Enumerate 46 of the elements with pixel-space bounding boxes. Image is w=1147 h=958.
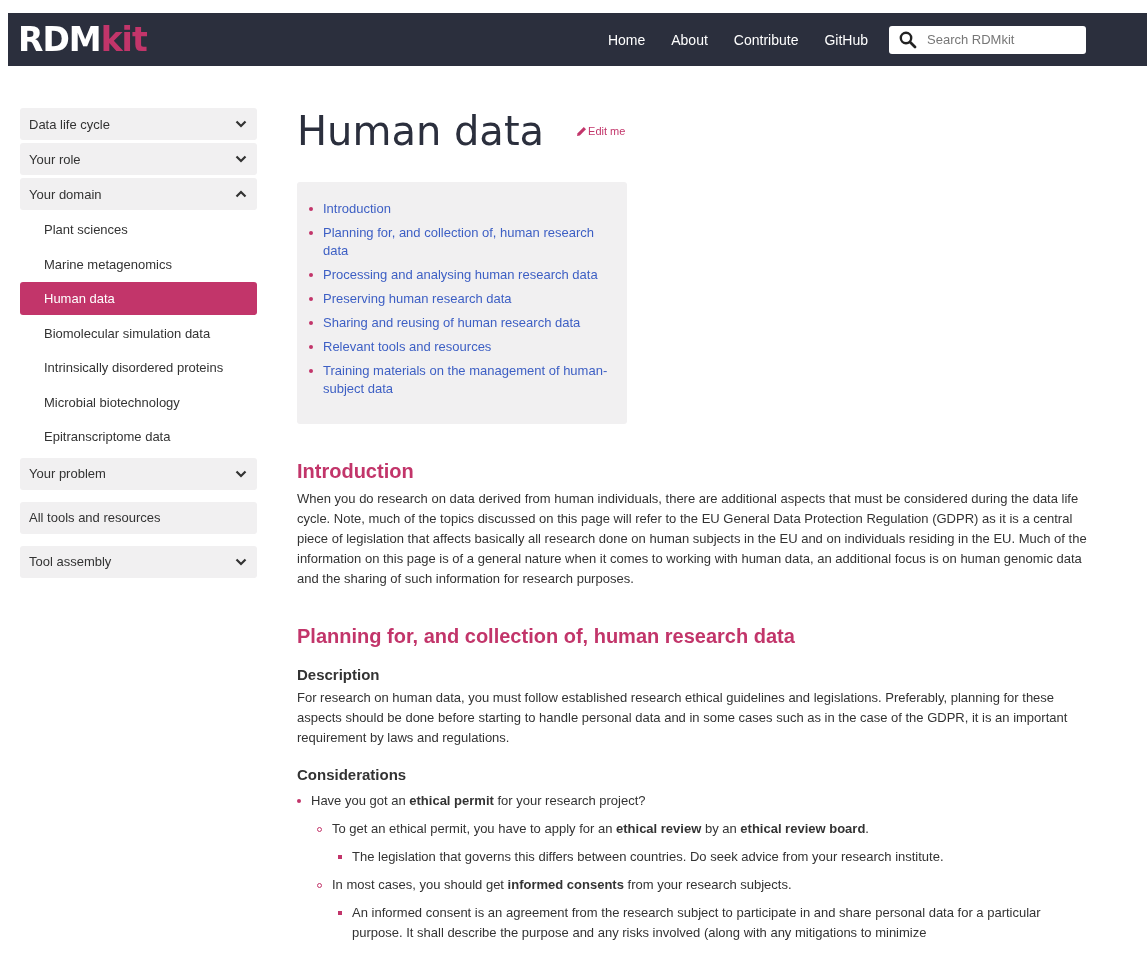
list-item-text: An informed consent is an agreement from the research subject to participate in and share personal data for a particular purpose. It shall describe the purpose and any risks involved (along with any mitigations to minimize xyxy=(352,904,1042,942)
search-field[interactable]: Search RDMkit xyxy=(889,25,1086,54)
toc-link[interactable]: Training materials on the management of human-subject data xyxy=(323,362,615,398)
chevron-down-icon xyxy=(235,469,247,478)
toc-link[interactable]: Introduction xyxy=(323,200,391,218)
sidebar-section[interactable]: Data life cycle xyxy=(20,108,257,140)
toc-link[interactable]: Sharing and reusing of human research data xyxy=(323,314,581,332)
sidebar-section[interactable]: Your role xyxy=(20,143,257,175)
toc-link[interactable]: Relevant tools and resources xyxy=(323,338,492,356)
logo[interactable]: RDMkit xyxy=(18,23,147,56)
sidebar-item[interactable]: Plant sciences xyxy=(20,213,257,246)
section-heading: Planning for, and collection of, human research data xyxy=(297,625,796,648)
paragraph: When you do research on data derived from human individuals, there are additional aspects that must be considered during the data life cycle. Note, much of the topics discussed on this page will refer to the EU General Data Protection Regulation (GDPR) as it is a central piece of legislation that affects basically all research done on human subjects in the EU and on individuals residing in the EU. Much of the information on this page is of a general nature when it comes to working with human data, an additional focus is on human genomic data and the sharing of such information for research purposes. xyxy=(297,490,1087,588)
sidebar-section[interactable]: Your domain xyxy=(20,178,257,210)
sidebar-item[interactable]: Marine metagenomics xyxy=(20,247,257,281)
sidebar-item[interactable]: Intrinsically disordered proteins xyxy=(20,351,257,384)
section-heading: Introduction xyxy=(297,460,415,483)
toc-link[interactable]: Preserving human research data xyxy=(323,290,512,308)
paragraph: For research on human data, you must follow established research ethical guidelines and legislations. Preferably, planning for these aspects should be done before starting to handle personal data and in some cases such as in the case of the GDPR, it is an important requirement by laws and regulations. xyxy=(297,689,1069,747)
chevron-down-icon xyxy=(235,155,247,163)
sidebar-item[interactable]: Epitranscriptome data xyxy=(20,420,257,453)
sidebar-link[interactable]: All tools and resources xyxy=(20,501,257,534)
nav-link[interactable]: Home xyxy=(607,31,646,48)
sidebar-item[interactable]: Microbial biotechnology xyxy=(20,385,257,419)
list-item-text: In most cases, you should get informed consents from your research subjects. xyxy=(332,876,793,894)
nav-link[interactable]: GitHub xyxy=(824,31,868,48)
nav-link[interactable]: About xyxy=(671,31,708,48)
list-item-text: The legislation that governs this differs between countries. Do seek advice from your research institute. xyxy=(352,848,944,866)
toc-link[interactable]: Processing and analysing human research data xyxy=(323,266,598,284)
sidebar-section[interactable]: Your problem xyxy=(20,457,257,490)
nav-link[interactable]: Contribute xyxy=(733,31,799,48)
chevron-down-icon xyxy=(235,120,247,128)
subheading: Considerations xyxy=(297,766,408,783)
chevron-down-icon xyxy=(235,557,247,566)
list-item-text: To get an ethical permit, you have to apply for an ethical review by an ethical review board. xyxy=(332,820,870,838)
search-icon xyxy=(899,30,917,49)
edit-link[interactable]: Edit me xyxy=(576,125,626,137)
sidebar-item[interactable]: Biomolecular simulation data xyxy=(20,316,257,350)
sidebar-section[interactable]: Tool assembly xyxy=(20,545,257,578)
pencil-icon xyxy=(576,125,588,137)
page-title: Human data xyxy=(297,108,545,154)
subheading: Description xyxy=(297,666,381,683)
list-item-text: Have you got an ethical permit for your research project? xyxy=(311,792,647,810)
sidebar-item[interactable]: Human data xyxy=(20,282,257,315)
toc-link[interactable]: Planning for, and collection of, human research data xyxy=(323,224,615,260)
chevron-up-icon xyxy=(235,190,247,198)
